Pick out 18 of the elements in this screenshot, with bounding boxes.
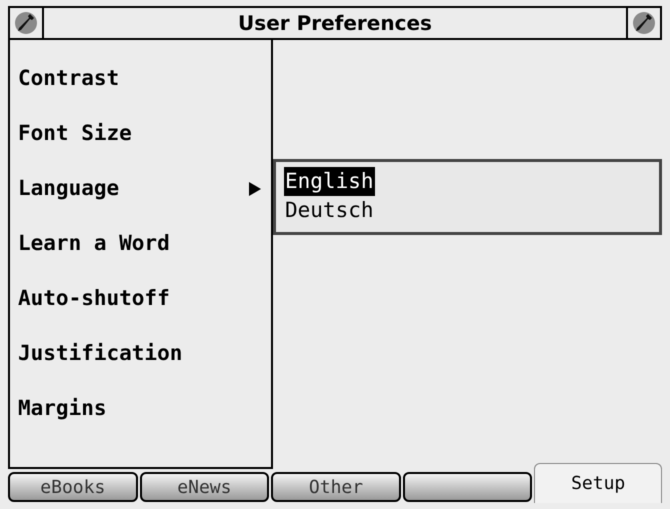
arrow-icon xyxy=(249,182,261,196)
menu-item[interactable]: Language xyxy=(18,174,263,204)
tab[interactable]: eNews xyxy=(140,472,270,502)
window-title: User Preferences xyxy=(237,10,433,37)
tab[interactable] xyxy=(402,472,532,502)
tab[interactable]: Other xyxy=(271,472,401,502)
menu-item[interactable]: Font Size xyxy=(18,119,263,149)
menu-item[interactable]: Auto-shutoff xyxy=(18,284,263,314)
wrench-icon[interactable] xyxy=(631,10,657,36)
language-option[interactable]: English xyxy=(284,167,375,196)
wrench-icon[interactable] xyxy=(13,10,39,36)
tab[interactable]: Setup xyxy=(534,463,662,503)
tab[interactable]: eBooks xyxy=(8,472,138,502)
menu-item[interactable]: Margins xyxy=(18,394,263,424)
menu-item[interactable]: Contrast xyxy=(18,64,263,94)
menu-item[interactable]: Justification xyxy=(18,339,263,369)
menu-item[interactable]: Learn a Word xyxy=(18,229,263,259)
language-option[interactable]: Deutsch xyxy=(284,196,375,225)
